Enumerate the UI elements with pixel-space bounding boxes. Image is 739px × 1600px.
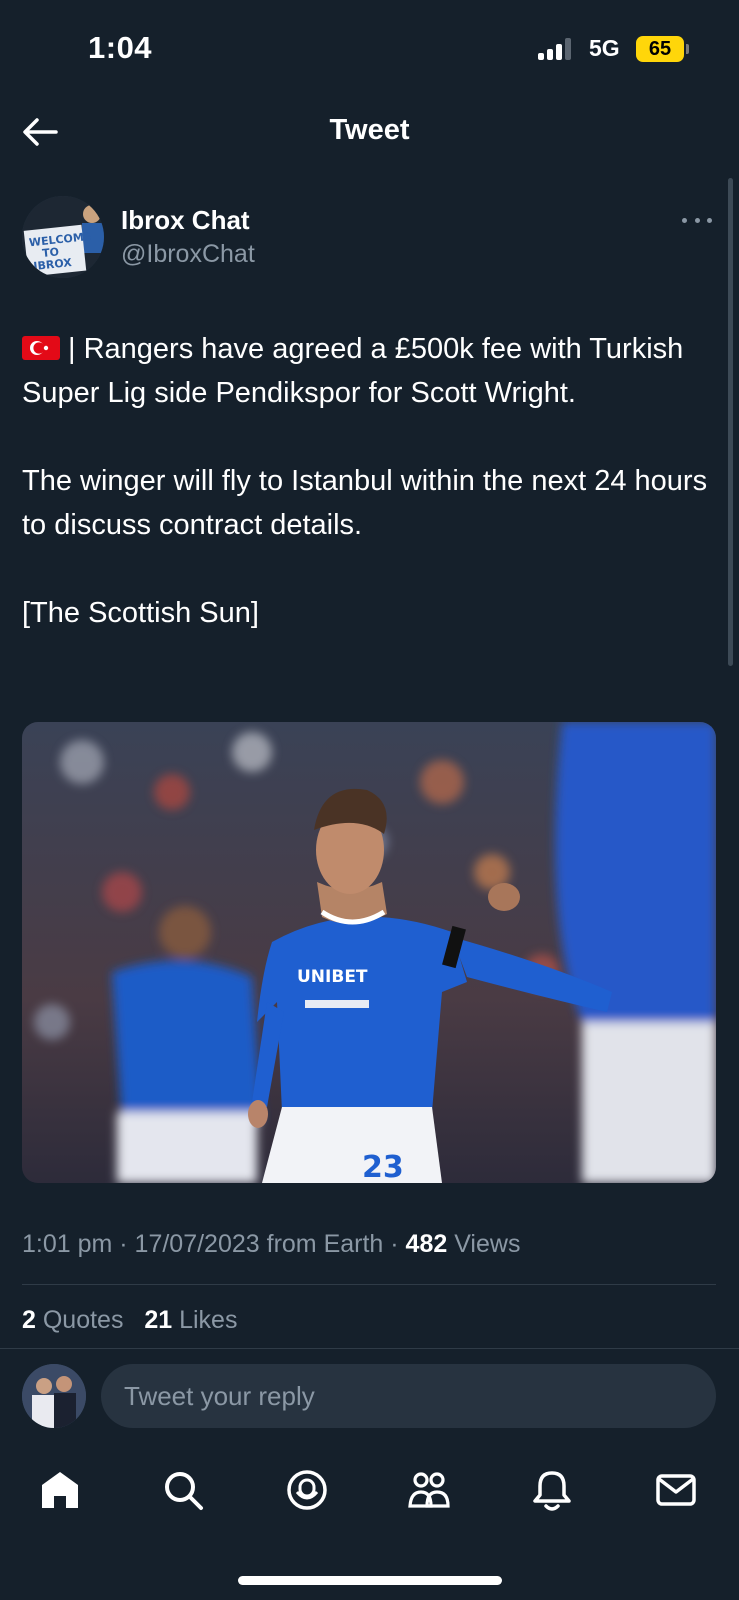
shirt-number: 23: [362, 1150, 404, 1183]
author-handle[interactable]: @IbroxChat: [121, 240, 255, 269]
tweet-timestamp: 1:01 pm · 17/07/2023 from Earth ·: [22, 1230, 406, 1258]
user-avatar[interactable]: [22, 1364, 86, 1428]
quotes-stat[interactable]: 2 Quotes: [22, 1306, 123, 1334]
divider: [22, 1284, 716, 1285]
nav-home[interactable]: [34, 1464, 86, 1516]
more-options-button[interactable]: [682, 208, 712, 232]
tweet-meta: 1:01 pm · 17/07/2023 from Earth · 482 Vi…: [22, 1230, 520, 1259]
home-indicator[interactable]: [238, 1576, 502, 1585]
home-icon: [42, 1472, 78, 1508]
divider: [0, 1348, 739, 1349]
battery-level: 65: [636, 36, 684, 62]
views-count: 482: [405, 1230, 448, 1258]
tweet-line: | Rangers have agreed a £500k fee with T…: [22, 333, 684, 409]
tweet-stats: 2 Quotes 21 Likes: [22, 1306, 237, 1335]
reply-input[interactable]: Tweet your reply: [101, 1364, 716, 1428]
tweet-source: [The Scottish Sun]: [22, 597, 259, 629]
tweet-paragraph: | Rangers have agreed a £500k fee with T…: [22, 327, 722, 415]
nav-search[interactable]: [157, 1464, 209, 1516]
author-avatar[interactable]: WELCOME TO IBROX: [22, 196, 104, 278]
nav-messages[interactable]: [650, 1464, 702, 1516]
nav-notifications[interactable]: [526, 1464, 578, 1516]
turkey-flag-icon: [22, 336, 60, 360]
notifications-icon: [533, 1471, 571, 1511]
nav-spaces[interactable]: [281, 1464, 333, 1516]
status-time: 1:04: [88, 30, 153, 65]
messages-icon: [656, 1474, 696, 1506]
tweet-image[interactable]: UNIBET 23: [22, 722, 716, 1183]
battery-icon: [686, 44, 689, 54]
tweet-body: | Rangers have agreed a £500k fee with T…: [22, 327, 722, 679]
more-dots-icon: [682, 217, 687, 223]
signal-icon: [538, 38, 576, 60]
tweet-paragraph: The winger will fly to Istanbul within t…: [22, 465, 708, 541]
communities-icon: [408, 1472, 450, 1508]
page-title: Tweet: [329, 114, 410, 146]
spaces-icon: [287, 1470, 327, 1510]
nav-communities[interactable]: [403, 1464, 455, 1516]
search-icon: [165, 1472, 203, 1510]
views-label[interactable]: Views: [447, 1230, 520, 1258]
author-name[interactable]: Ibrox Chat: [121, 205, 250, 236]
likes-stat[interactable]: 21 Likes: [144, 1306, 237, 1334]
scrollbar[interactable]: [728, 178, 733, 666]
sponsor-logo: UNIBET: [297, 967, 368, 987]
network-type: 5G: [589, 35, 620, 61]
